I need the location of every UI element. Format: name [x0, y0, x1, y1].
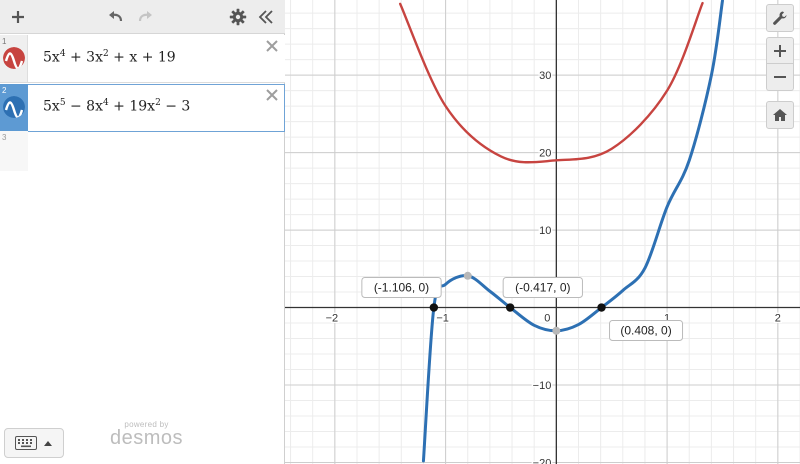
redo-icon — [138, 11, 152, 22]
plus-icon — [12, 11, 24, 23]
expression-toolbar — [0, 0, 285, 34]
expression-latex[interactable]: 5x5 − 8x4 + 19x2 − 3 — [43, 98, 190, 115]
origin-label: 0 — [544, 313, 550, 325]
caret-up-icon — [44, 441, 52, 446]
delete-expression-icon[interactable] — [265, 88, 279, 102]
x-tick-label: −2 — [326, 313, 339, 325]
double-chevron-left-icon — [258, 10, 273, 24]
y-tick-label: −10 — [533, 380, 552, 392]
delete-expression-icon[interactable] — [265, 39, 279, 53]
y-tick-label: 20 — [539, 148, 551, 160]
expression-panel: 1 5x4 + 3x2 + x + 19 2 5x5 − 8x4 + 19x2 … — [0, 0, 285, 464]
zoom-in-icon — [774, 44, 786, 57]
expression-latex[interactable]: 5x4 + 3x2 + x + 19 — [43, 49, 176, 66]
x-tick-label: 2 — [775, 313, 781, 325]
zoom-out-icon — [774, 76, 786, 78]
graph-settings-button[interactable] — [766, 4, 794, 32]
keyboard-toggle-button[interactable] — [4, 428, 64, 458]
add-expression-button[interactable] — [6, 5, 30, 29]
desmos-branding: powered by desmos — [110, 420, 184, 449]
extremum-point — [552, 326, 561, 335]
collapse-panel-button[interactable] — [254, 5, 278, 29]
keyboard-icon — [15, 436, 37, 450]
settings-button[interactable] — [226, 5, 250, 29]
gear-icon — [229, 8, 247, 26]
blue-curve-icon — [3, 96, 25, 118]
x-tick-label: −1 — [436, 313, 449, 325]
expression-row-1[interactable]: 1 5x4 + 3x2 + x + 19 — [0, 35, 285, 83]
intercept-point — [505, 303, 515, 312]
redo-button[interactable] — [133, 5, 159, 29]
default-view-button[interactable] — [766, 101, 794, 129]
intercept-point — [597, 303, 606, 312]
home-icon — [773, 109, 787, 121]
point-label: (-1.106, 0) — [374, 281, 429, 295]
y-tick-label: 10 — [539, 225, 551, 237]
graph-canvas[interactable]: −2 −1 1 2−20−101020300 (-1.106, 0) (-0.417, … — [285, 0, 800, 464]
new-expression-row[interactable]: 3 — [0, 131, 28, 171]
zoom-in-button[interactable] — [766, 37, 794, 64]
y-tick-label: −20 — [533, 457, 552, 464]
undo-button[interactable] — [102, 5, 128, 29]
wrench-icon — [773, 11, 787, 25]
intercept-point — [429, 303, 439, 312]
extremum-point — [463, 271, 472, 280]
red-curve-icon — [3, 47, 25, 69]
y-tick-label: 30 — [539, 70, 551, 82]
tick-labels: −2 −1 1 2−20−101020300 — [324, 69, 782, 464]
undo-icon — [109, 11, 123, 22]
point-label: (-0.417, 0) — [515, 281, 570, 295]
expression-row-2[interactable]: 2 5x5 − 8x4 + 19x2 − 3 — [0, 84, 285, 132]
point-label: (0.408, 0) — [620, 324, 671, 338]
curves — [398, 0, 724, 463]
zoom-out-button[interactable] — [766, 64, 794, 91]
